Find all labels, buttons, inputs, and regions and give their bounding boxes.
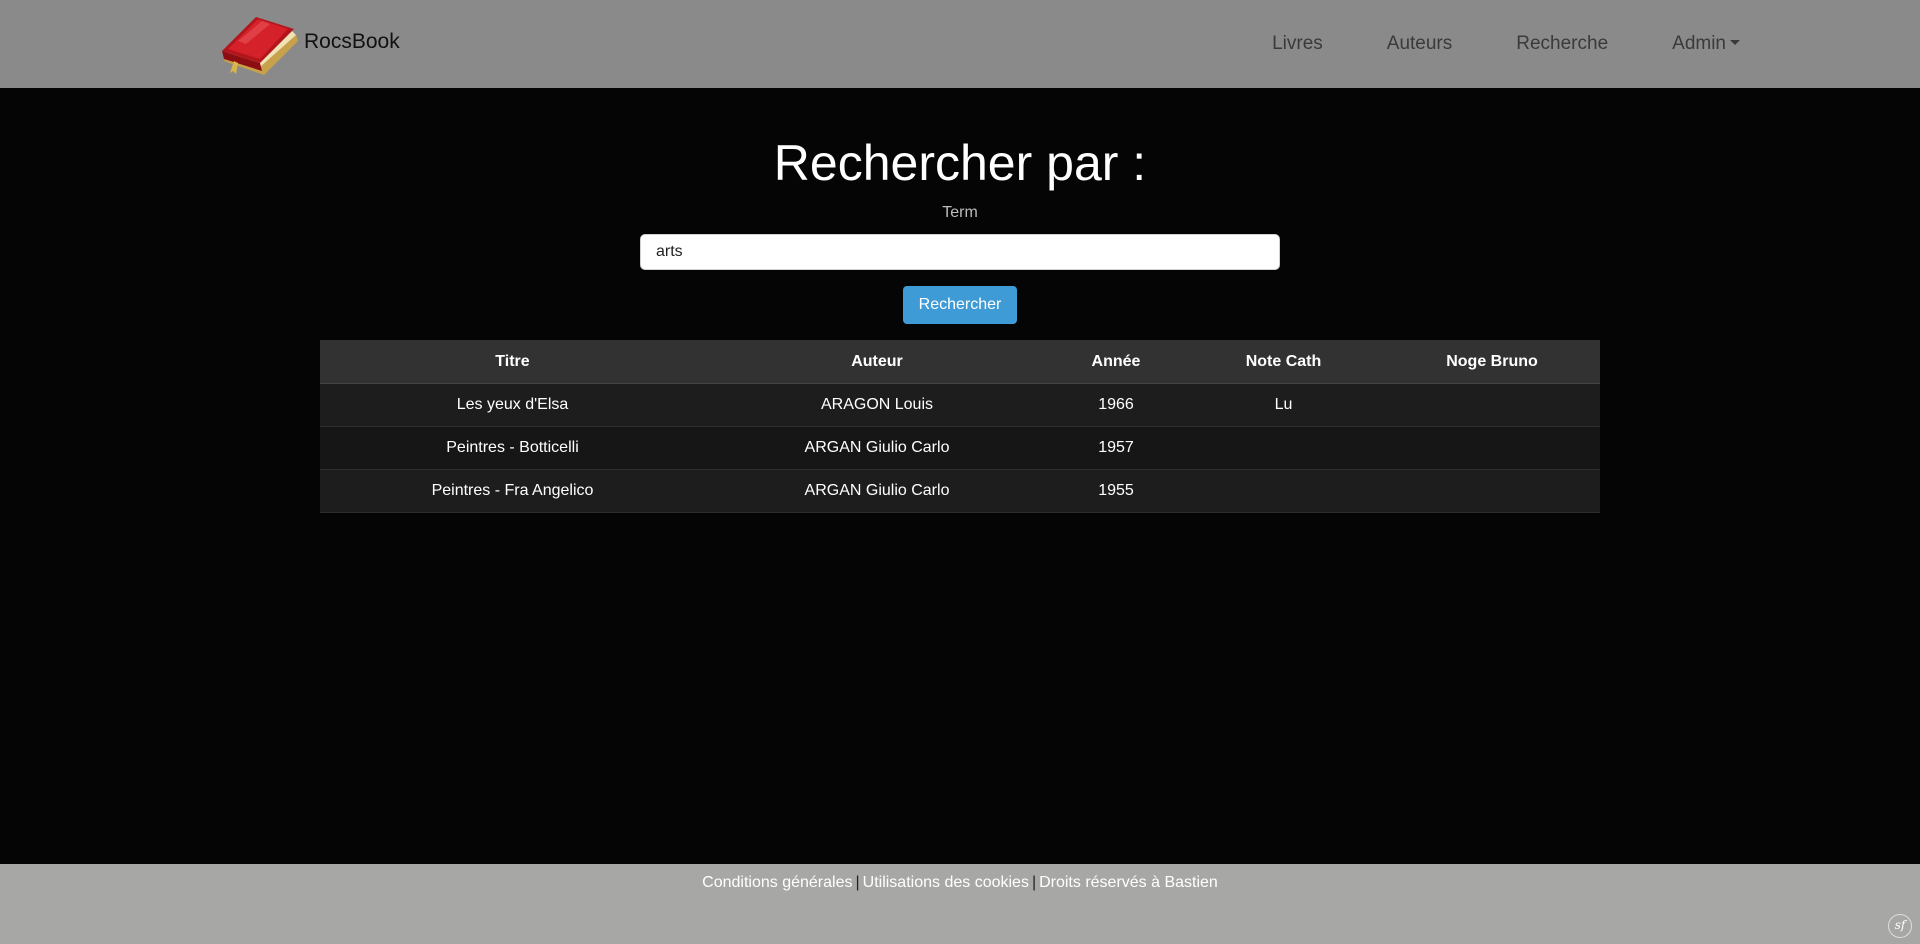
table-row: Les yeux d'Elsa ARAGON Louis 1966 Lu <box>320 383 1600 427</box>
caret-down-icon <box>1730 40 1740 45</box>
footer-link-droits[interactable]: Droits réservés à Bastien <box>1039 874 1218 891</box>
footer-link-cookies[interactable]: Utilisations des cookies <box>863 874 1029 891</box>
navbar: RocsBook Livres Auteurs Recherche Admin <box>0 0 1920 88</box>
cell-annee: 1957 <box>1049 426 1183 470</box>
book-icon <box>222 17 298 75</box>
footer-link-conditions[interactable]: Conditions générales <box>702 874 852 891</box>
nav-auteurs[interactable]: Auteurs <box>1387 33 1452 55</box>
header-note-cath: Note Cath <box>1183 340 1384 384</box>
cell-noge-bruno <box>1384 383 1600 427</box>
footer-separator: | <box>855 874 860 891</box>
cell-annee: 1955 <box>1049 469 1183 513</box>
header-auteur: Auteur <box>705 340 1049 384</box>
main-content: Rechercher par : Term Rechercher Titre A… <box>0 88 1920 864</box>
page-title: Rechercher par : <box>773 135 1147 191</box>
search-button[interactable]: Rechercher <box>903 286 1017 324</box>
cell-auteur: ARGAN Giulio Carlo <box>705 469 1049 513</box>
table-header-row: Titre Auteur Année Note Cath Noge Bruno <box>320 340 1600 384</box>
header-titre: Titre <box>320 340 705 384</box>
footer: Conditions générales | Utilisations des co… <box>0 864 1920 944</box>
cell-auteur: ARAGON Louis <box>705 383 1049 427</box>
nav-admin-label: Admin <box>1672 33 1726 54</box>
table-row: Peintres - Botticelli ARGAN Giulio Carlo… <box>320 426 1600 470</box>
nav-livres[interactable]: Livres <box>1272 33 1323 55</box>
cell-titre: Peintres - Botticelli <box>320 426 705 470</box>
nav-recherche[interactable]: Recherche <box>1516 33 1608 55</box>
search-input[interactable] <box>640 234 1280 270</box>
cell-noge-bruno <box>1384 469 1600 513</box>
cell-titre: Peintres - Fra Angelico <box>320 469 705 513</box>
cell-titre: Les yeux d'Elsa <box>320 383 705 427</box>
header-noge-bruno: Noge Bruno <box>1384 340 1600 384</box>
footer-separator: | <box>1031 874 1037 891</box>
cell-note-cath <box>1183 426 1384 470</box>
footer-links: Conditions générales | Utilisations des co… <box>0 874 1920 892</box>
brand-link[interactable]: RocsBook <box>218 10 400 78</box>
cell-noge-bruno <box>1384 426 1600 470</box>
cell-auteur: ARGAN Giulio Carlo <box>705 426 1049 470</box>
table-row: Peintres - Fra Angelico ARGAN Giulio Car… <box>320 469 1600 513</box>
brand-name: RocsBook <box>304 30 400 53</box>
cell-annee: 1966 <box>1049 383 1183 427</box>
term-label: Term <box>942 204 978 221</box>
results-table: Titre Auteur Année Note Cath Noge Bruno … <box>320 340 1600 513</box>
header-annee: Année <box>1049 340 1183 384</box>
symfony-toolbar-icon[interactable]: sf <box>1888 914 1912 938</box>
nav-admin-dropdown[interactable]: Admin <box>1672 33 1740 55</box>
main-nav: Livres Auteurs Recherche Admin <box>1208 0 1740 88</box>
cell-note-cath: Lu <box>1183 383 1384 427</box>
cell-note-cath <box>1183 469 1384 513</box>
